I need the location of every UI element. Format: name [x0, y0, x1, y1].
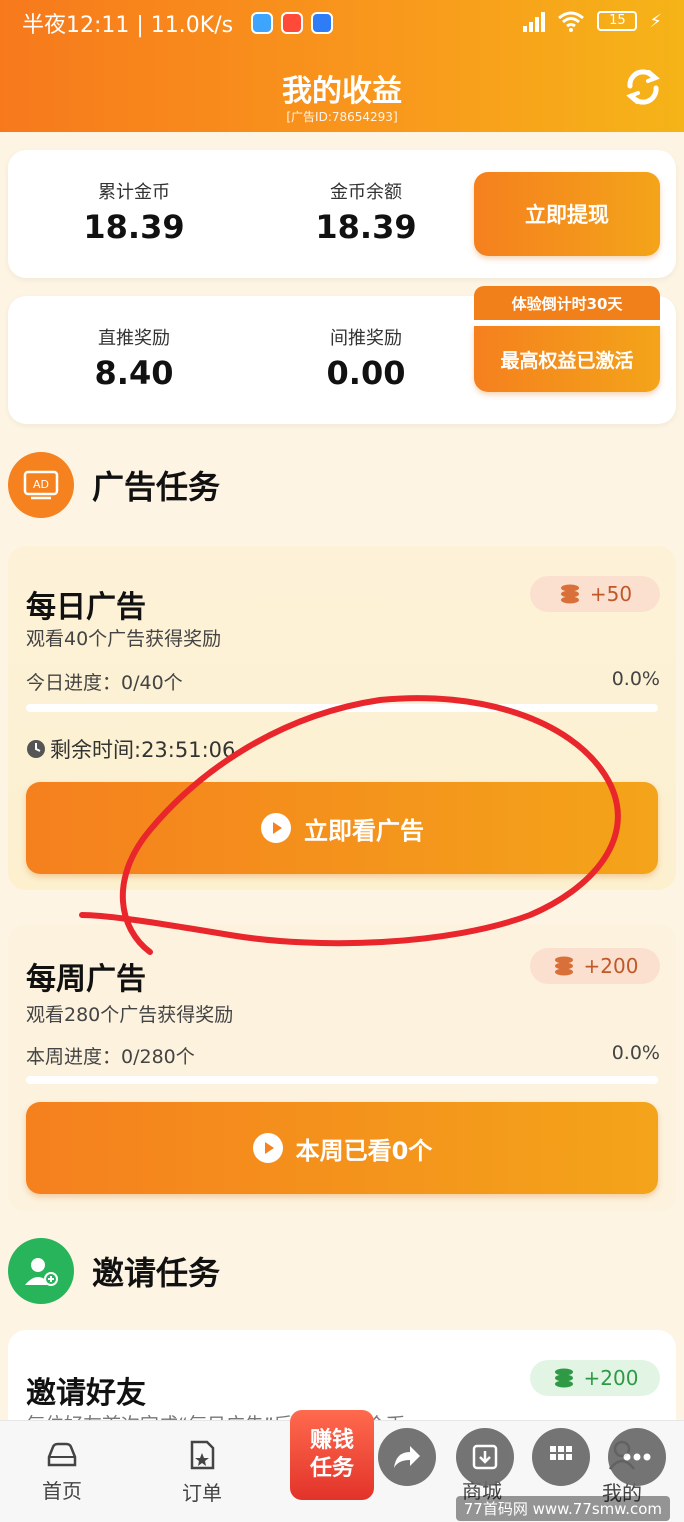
weekly-ad-desc: 观看280个广告获得奖励 [26, 1004, 234, 1026]
watch-ad-label: 立即看广告 [304, 816, 424, 845]
more-icon [623, 1453, 651, 1461]
order-icon [190, 1440, 215, 1470]
daily-progress-label: 今日进度：0/40个 [26, 672, 183, 694]
weekly-ad-title: 每周广告 [26, 962, 146, 997]
daily-remaining-time: 剩余时间:23:51:06 [26, 734, 235, 764]
indirect-reward: 间推奖励 0.00 [276, 324, 456, 392]
coin-balance: 金币余额 18.39 [276, 178, 456, 246]
invite-reward-badge: +200 [530, 1360, 660, 1396]
nav-orders-label: 订单 [182, 1481, 222, 1505]
direct-reward-label: 直推奖励 [98, 328, 170, 349]
coin-balance-value: 18.39 [315, 208, 417, 246]
invite-task-title: 邀请任务 [92, 1254, 221, 1292]
daily-progress-bar [26, 704, 658, 712]
refresh-icon[interactable] [622, 66, 664, 108]
direct-reward: 直推奖励 8.40 [44, 324, 224, 392]
ad-task-title: 广告任务 [92, 468, 221, 506]
status-time: 半夜12:11 | 11.0K/s [22, 13, 234, 38]
weekly-progress-label: 本周进度：0/280个 [26, 1046, 195, 1068]
total-coins-value: 18.39 [83, 208, 185, 246]
status-bar: 半夜12:11 | 11.0K/s 15 ⚡ [0, 0, 684, 46]
clock-icon [27, 740, 45, 758]
earn-label-2: 任务 [309, 1456, 354, 1481]
trial-countdown-tag: 体验倒计时30天 [474, 286, 660, 320]
page-title: 我的收益 [282, 74, 402, 109]
share-icon [394, 1446, 420, 1468]
benefit-activated-button[interactable]: 最高权益已激活 [474, 326, 660, 392]
share-button[interactable] [378, 1428, 436, 1486]
withdraw-button[interactable]: 立即提现 [474, 172, 660, 256]
daily-reward-value: +50 [589, 582, 633, 606]
weekly-reward-badge: +200 [530, 948, 660, 984]
browser-app-icon [311, 12, 334, 34]
total-coins: 累计金币 18.39 [44, 178, 224, 246]
nav-home-label: 首页 [42, 1479, 82, 1503]
nav-earn-task-button[interactable]: 赚钱 任务 [290, 1410, 374, 1500]
grid-icon [550, 1446, 572, 1460]
daily-ad-title: 每日广告 [26, 590, 146, 625]
total-coins-label: 累计金币 [98, 182, 170, 203]
wifi-icon [558, 11, 585, 32]
play-icon [261, 813, 291, 843]
daily-ad-card: 每日广告 +50 观看40个广告获得奖励 今日进度：0/40个 0.0% 剩余时… [8, 546, 676, 890]
play-icon [252, 1133, 283, 1163]
weekly-ad-card: 每周广告 +200 观看280个广告获得奖励 本周进度：0/280个 0.0% … [8, 924, 676, 1212]
invite-friends-title: 邀请好友 [26, 1376, 146, 1411]
video-app-icon [281, 12, 304, 34]
download-button[interactable] [456, 1428, 514, 1486]
daily-ad-desc: 观看40个广告获得奖励 [26, 628, 222, 650]
ad-task-section-header: AD 广告任务 [8, 452, 220, 518]
weekly-progress-percent: 0.0% [611, 1042, 660, 1064]
coins-icon [554, 956, 573, 976]
nav-orders[interactable]: 订单 [162, 1439, 242, 1506]
watch-ad-button[interactable]: 立即看广告 [26, 782, 658, 874]
daily-progress-percent: 0.0% [611, 668, 660, 690]
watermark: 77首码网 www.77smw.com [455, 1496, 670, 1521]
earn-label-1: 赚钱 [309, 1428, 354, 1453]
coin-balance-label: 金币余额 [330, 182, 402, 203]
download-icon [472, 1444, 498, 1470]
weekly-progress-bar [26, 1076, 658, 1084]
nav-home[interactable]: 首页 [22, 1439, 102, 1504]
weekly-reward-value: +200 [583, 954, 639, 978]
ad-icon-text: AD [33, 478, 49, 491]
invite-user-icon [8, 1238, 74, 1304]
coins-icon [560, 584, 579, 604]
chat-app-icon [251, 12, 274, 34]
signal-icon [523, 10, 546, 32]
invite-reward-value: +200 [583, 1366, 639, 1390]
coins-icon [554, 1368, 573, 1388]
daily-reward-badge: +50 [530, 576, 660, 612]
header: 半夜12:11 | 11.0K/s 15 ⚡ 我的收益 [广告ID:786542… [0, 0, 684, 132]
direct-reward-value: 8.40 [94, 354, 174, 392]
weekly-watched-label: 本周已看0个 [295, 1136, 433, 1165]
ad-id: [广告ID:78654293] [286, 110, 398, 124]
car-icon [47, 1442, 77, 1467]
indirect-reward-label: 间推奖励 [330, 328, 402, 349]
more-button[interactable] [608, 1428, 666, 1486]
battery-icon: 15 [597, 11, 638, 31]
charging-icon: ⚡ [649, 10, 662, 32]
invite-task-section-header: 邀请任务 [8, 1238, 220, 1304]
indirect-reward-value: 0.00 [326, 354, 406, 392]
apps-button[interactable] [532, 1428, 590, 1486]
ad-icon: AD [8, 452, 74, 518]
daily-remaining-text: 剩余时间:23:51:06 [50, 738, 236, 762]
weekly-watched-button[interactable]: 本周已看0个 [26, 1102, 658, 1194]
